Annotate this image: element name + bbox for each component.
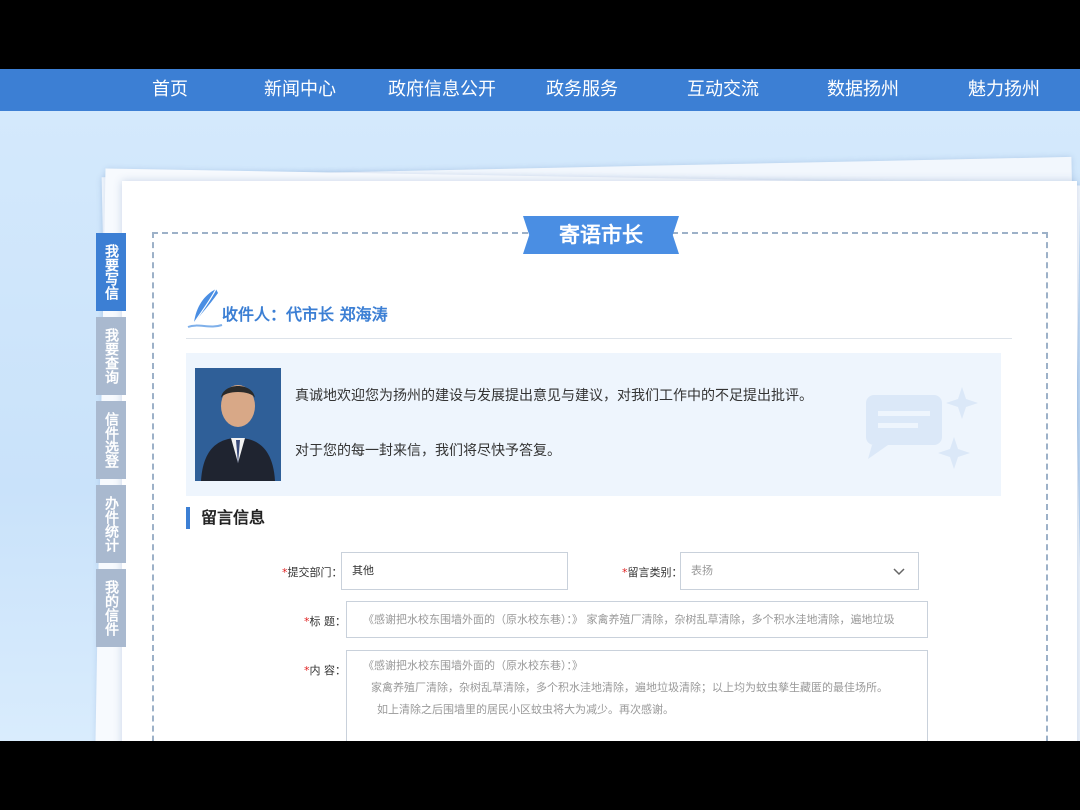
nav-item-gov-services[interactable]: 政务服务 [537, 69, 627, 111]
nav-item-interaction[interactable]: 互动交流 [678, 69, 768, 111]
message-bubble-icon [866, 387, 978, 469]
top-navigation: 首页 新闻中心 政府信息公开 政务服务 互动交流 数据扬州 魅力扬州 [0, 69, 1080, 111]
category-label: *留言类别： [622, 564, 683, 580]
tab-statistics[interactable]: 办件统计 [96, 485, 126, 563]
portrait-image [195, 368, 281, 481]
nav-item-charm-yangzhou[interactable]: 魅力扬州 [959, 69, 1049, 111]
content-line: 《感谢把水校东围墙外面的（原水校东巷）：》 [363, 659, 583, 672]
mayor-photo [195, 368, 281, 481]
page-title: 寄语市长 [523, 216, 679, 254]
content-line: 如上清除之后围墙里的居民小区蚊虫将大为减少。再次感谢。 [377, 703, 674, 716]
dept-label-text: 提交部门： [287, 566, 343, 579]
nav-item-home[interactable]: 首页 [140, 69, 200, 111]
tab-selected-letters[interactable]: 信件选登 [96, 401, 126, 479]
nav-item-data-yangzhou[interactable]: 数据扬州 [818, 69, 908, 111]
content-textarea[interactable]: 《感谢把水校东围墙外面的（原水校东巷）：》 家禽养殖厂清除，杂树乱草清除，多个积… [346, 650, 928, 741]
title-label-text: 标 题： [309, 615, 347, 628]
category-label-text: 留言类别： [627, 566, 683, 579]
nav-item-news[interactable]: 新闻中心 [255, 69, 345, 111]
tab-write-letter[interactable]: 我要写信 [96, 233, 126, 311]
dept-input[interactable]: 其他 [341, 552, 568, 590]
section-title: 留言信息 [186, 507, 265, 529]
content-label: *内 容： [304, 662, 346, 678]
recipient-label: 收件人：代市长 郑海涛 [222, 305, 388, 324]
intro-panel: 真诚地欢迎您为扬州的建设与发展提出意见与建议，对我们工作中的不足提出批评。 对于… [186, 353, 1001, 496]
title-label: *标 题： [304, 613, 346, 629]
content-label-text: 内 容： [309, 664, 347, 677]
tab-my-letters[interactable]: 我的信件 [96, 569, 126, 647]
browser-viewport: 首页 新闻中心 政府信息公开 政务服务 互动交流 数据扬州 魅力扬州 我要写信 … [0, 69, 1080, 741]
dept-label: *提交部门： [282, 564, 343, 580]
nav-item-gov-info[interactable]: 政府信息公开 [380, 69, 504, 111]
category-select-value: 表扬 [691, 564, 713, 577]
category-select[interactable]: 表扬 [680, 552, 919, 590]
intro-text-2: 对于您的每一封来信，我们将尽快予答复。 [295, 443, 561, 459]
intro-text-1: 真诚地欢迎您为扬州的建设与发展提出意见与建议，对我们工作中的不足提出批评。 [295, 388, 813, 404]
content-line: 家禽养殖厂清除，杂树乱草清除，多个积水洼地清除，遍地垃圾清除；以上均为蚊虫孳生藏… [371, 681, 888, 694]
recipient-header: 收件人：代市长 郑海涛 [186, 287, 1012, 339]
tab-query[interactable]: 我要查询 [96, 317, 126, 395]
title-input[interactable]: 《感谢把水校东围墙外面的（原水校东巷）：》 家禽养殖厂清除，杂树乱草清除，多个积… [346, 601, 928, 638]
feather-pen-icon [187, 288, 223, 328]
side-tab-menu: 我要写信 我要查询 信件选登 办件统计 我的信件 [96, 233, 126, 653]
chevron-down-icon [893, 568, 905, 576]
